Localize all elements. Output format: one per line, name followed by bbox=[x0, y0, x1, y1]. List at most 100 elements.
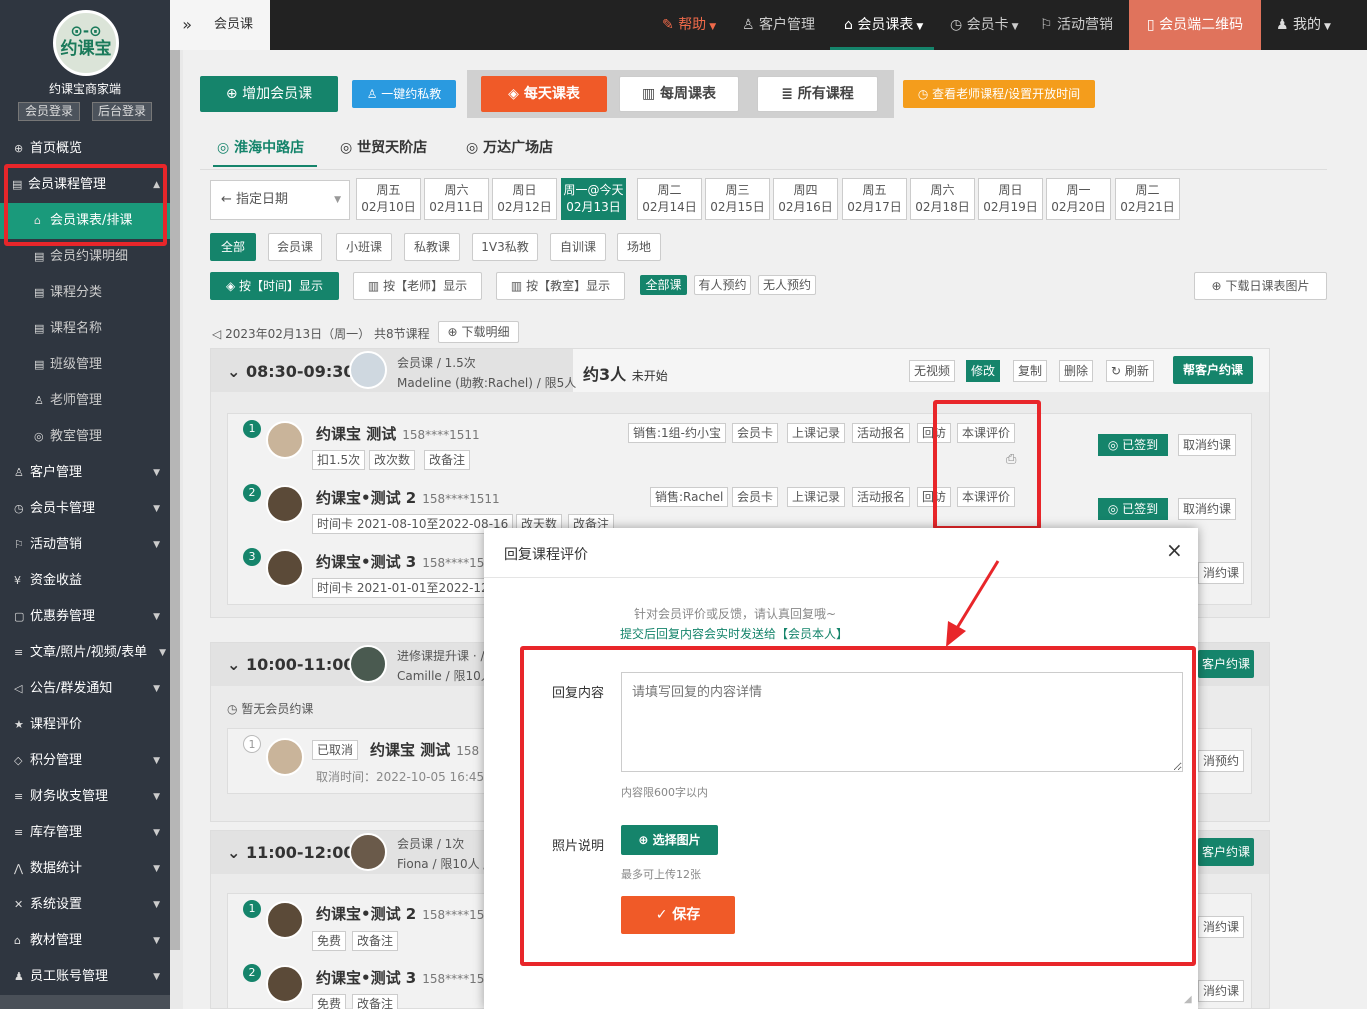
date-cell[interactable]: 周二 02月14日 bbox=[637, 178, 702, 220]
class-record-button[interactable]: 上课记录 bbox=[787, 423, 846, 443]
daily-schedule-button[interactable]: ◈ 每天课表 bbox=[481, 76, 607, 112]
sidebar-item-category[interactable]: ▤ 课程分类 bbox=[0, 275, 170, 311]
close-icon[interactable]: × bbox=[1166, 538, 1183, 562]
no-video-button[interactable]: 无视频 bbox=[909, 360, 956, 382]
filter-self-train[interactable]: 自训课 bbox=[550, 233, 606, 261]
activity-button[interactable]: 活动报名 bbox=[852, 487, 911, 507]
store-tab-shimao[interactable]: ◎ 世贸天阶店 bbox=[340, 137, 427, 157]
filter-venue[interactable]: 场地 bbox=[617, 233, 661, 261]
sidebar-item-points[interactable]: ◇ 积分管理 ▼ bbox=[0, 743, 170, 779]
sidebar-item-articles[interactable]: ≡ 文章/照片/视频/表单 ▼ bbox=[0, 635, 170, 671]
date-cell[interactable]: 周日 02月12日 bbox=[492, 178, 557, 220]
sidebar-item-teacher[interactable]: ♙ 老师管理 bbox=[0, 383, 170, 419]
class-record-button[interactable]: 上课记录 bbox=[787, 487, 846, 507]
sidebar-item-stats[interactable]: ⋀ 数据统计 ▼ bbox=[0, 851, 170, 887]
edit-course-button[interactable]: 修改 bbox=[966, 360, 1001, 382]
sidebar-item-customers[interactable]: ♙ 客户管理 ▼ bbox=[0, 455, 170, 491]
cancel-booking-button[interactable]: 消约课 bbox=[1198, 980, 1245, 1002]
date-cell[interactable]: 周一 02月20日 bbox=[1046, 178, 1111, 220]
nav-help[interactable]: ✎ 帮助 ▼ bbox=[662, 0, 716, 50]
all-courses-filter[interactable]: 全部课 bbox=[640, 275, 687, 295]
view-by-time-button[interactable]: ◈ 按【时间】显示 bbox=[210, 272, 339, 300]
cancel-booking-button[interactable]: 取消约课 bbox=[1178, 434, 1237, 456]
edit-note-button[interactable]: 改备注 bbox=[352, 994, 399, 1009]
nav-marketing[interactable]: ⚐ 活动营销 bbox=[1040, 0, 1113, 50]
filter-small-class[interactable]: 小班课 bbox=[336, 233, 392, 261]
course-time[interactable]: ⌄ 11:00-12:00 bbox=[227, 843, 354, 862]
course-time[interactable]: ⌄ 10:00-11:00 bbox=[227, 655, 354, 674]
filter-1v3[interactable]: 1V3私教 bbox=[472, 233, 538, 261]
booked-filter[interactable]: 有人预约 bbox=[694, 275, 751, 295]
sidebar-item-funds[interactable]: ¥ 资金收益 bbox=[0, 563, 170, 599]
filter-all[interactable]: 全部 bbox=[210, 233, 256, 261]
delete-course-button[interactable]: 删除 bbox=[1059, 360, 1094, 382]
sidebar-item-card[interactable]: ◷ 会员卡管理 ▼ bbox=[0, 491, 170, 527]
sidebar-item-marketing[interactable]: ⚐ 活动营销 ▼ bbox=[0, 527, 170, 563]
sidebar-item-notice[interactable]: ◁ 公告/群发通知 ▼ bbox=[0, 671, 170, 707]
resize-handle-icon[interactable]: ◢ bbox=[1184, 994, 1192, 1005]
store-tab-huaihai[interactable]: ◎ 淮海中路店 bbox=[213, 137, 317, 167]
refresh-button[interactable]: ↻ 刷新 bbox=[1106, 360, 1154, 382]
sidebar-item-finance[interactable]: ≡ 财务收支管理 ▼ bbox=[0, 779, 170, 815]
sidebar-item-room[interactable]: ◎ 教室管理 bbox=[0, 419, 170, 455]
sidebar-item-class[interactable]: ▤ 班级管理 bbox=[0, 347, 170, 383]
view-by-room-button[interactable]: ▥ 按【教室】显示 bbox=[496, 272, 625, 300]
cancel-booking-button[interactable]: 取消约课 bbox=[1178, 498, 1237, 520]
student-name[interactable]: 约课宝•测试 2 158****151 bbox=[316, 903, 492, 924]
cancel-booking-button[interactable]: 消约课 bbox=[1198, 562, 1245, 584]
member-login-button[interactable]: 会员登录 bbox=[18, 102, 80, 121]
nav-card[interactable]: ◷ 会员卡 ▼ bbox=[950, 0, 1019, 50]
checked-in-badge[interactable]: ◎ 已签到 bbox=[1098, 434, 1168, 456]
date-cell[interactable]: 周三 02月15日 bbox=[705, 178, 770, 220]
nav-schedule[interactable]: ⌂ 会员课表 ▼ bbox=[830, 0, 934, 50]
sidebar-item-inventory[interactable]: ≡ 库存管理 ▼ bbox=[0, 815, 170, 851]
nav-mine[interactable]: ♟ 我的 ▼ bbox=[1276, 0, 1331, 50]
add-course-button[interactable]: ⊕ 增加会员课 bbox=[200, 76, 338, 112]
sidebar-item-settings[interactable]: ✕ 系统设置 ▼ bbox=[0, 887, 170, 923]
help-customer-book-button[interactable]: 客户约课 bbox=[1198, 650, 1254, 678]
cancel-booking-button[interactable]: 消约课 bbox=[1198, 916, 1245, 938]
sidebar-scrollbar[interactable] bbox=[170, 50, 180, 950]
sidebar-item-course-name[interactable]: ▤ 课程名称 bbox=[0, 311, 170, 347]
date-cell[interactable]: 周日 02月19日 bbox=[978, 178, 1043, 220]
date-cell[interactable]: 周二 02月21日 bbox=[1115, 178, 1180, 220]
one-key-private-button[interactable]: ♙ 一键约私教 bbox=[352, 80, 456, 108]
sidebar-item-staff[interactable]: ♟ 员工账号管理 ▼ bbox=[0, 959, 170, 995]
student-name[interactable]: 约课宝 测试 158****1511 bbox=[316, 423, 480, 444]
date-cell-today[interactable]: 周一@今天 02月13日 bbox=[561, 178, 626, 220]
date-cell[interactable]: 周六 02月18日 bbox=[910, 178, 975, 220]
filter-private[interactable]: 私教课 bbox=[404, 233, 460, 261]
student-name[interactable]: 约课宝•测试 2 158****1511 bbox=[316, 487, 500, 508]
date-cell[interactable]: 周五 02月17日 bbox=[842, 178, 907, 220]
student-name[interactable]: 约课宝•测试 3 158****151 bbox=[316, 551, 492, 572]
copy-course-button[interactable]: 复制 bbox=[1013, 360, 1048, 382]
download-detail-button[interactable]: ⊕ 下载明细 bbox=[438, 321, 519, 343]
checked-in-badge[interactable]: ◎ 已签到 bbox=[1098, 498, 1168, 520]
store-tab-wanda[interactable]: ◎ 万达广场店 bbox=[466, 137, 553, 157]
help-customer-book-button[interactable]: 帮客户约课 bbox=[1173, 356, 1253, 384]
admin-login-button[interactable]: 后台登录 bbox=[92, 102, 152, 121]
teacher-open-time-button[interactable]: ◷ 查看老师课程/设置开放时间 bbox=[903, 80, 1095, 108]
filter-member[interactable]: 会员课 bbox=[268, 233, 322, 261]
member-card-button[interactable]: 会员卡 bbox=[732, 423, 779, 443]
sidebar-item-review[interactable]: ★ 课程评价 bbox=[0, 707, 170, 743]
edit-note-button[interactable]: 改备注 bbox=[352, 931, 399, 951]
download-image-button[interactable]: ⊕ 下载日课表图片 bbox=[1194, 272, 1327, 300]
nav-qrcode[interactable]: ▯ 会员端二维码 bbox=[1129, 0, 1261, 50]
sidebar-item-coupon[interactable]: ▢ 优惠券管理 ▼ bbox=[0, 599, 170, 635]
sidebar-item-home[interactable]: ⊕ 首页概览 bbox=[0, 131, 170, 167]
member-card-button[interactable]: 会员卡 bbox=[732, 487, 779, 507]
date-picker[interactable]: ← 指定日期 ▼ bbox=[210, 180, 350, 220]
date-cell[interactable]: 周六 02月11日 bbox=[424, 178, 489, 220]
date-cell[interactable]: 周五 02月10日 bbox=[356, 178, 421, 220]
course-time[interactable]: ⌄ 08:30-09:30 bbox=[227, 362, 354, 381]
date-cell[interactable]: 周四 02月16日 bbox=[773, 178, 838, 220]
cancel-booking-button[interactable]: 消预约 bbox=[1198, 750, 1245, 772]
help-customer-book-button[interactable]: 客户约课 bbox=[1198, 838, 1254, 866]
weekly-schedule-button[interactable]: ▥ 每周课表 bbox=[619, 76, 739, 112]
activity-button[interactable]: 活动报名 bbox=[852, 423, 911, 443]
all-courses-button[interactable]: ≣ 所有课程 bbox=[757, 76, 878, 112]
unbooked-filter[interactable]: 无人预约 bbox=[758, 275, 816, 295]
student-name[interactable]: 约课宝 测试 158 bbox=[370, 739, 479, 760]
nav-customers[interactable]: ♙ 客户管理 bbox=[742, 0, 815, 50]
